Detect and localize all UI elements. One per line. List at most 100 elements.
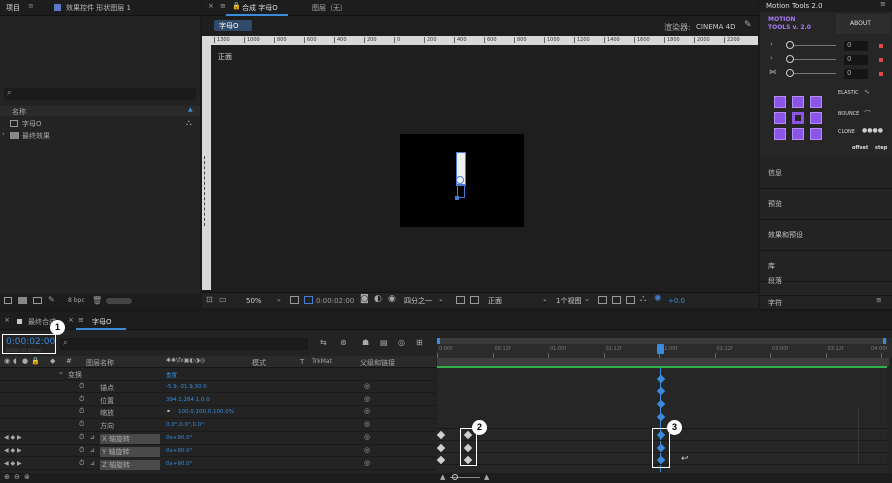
table-row[interactable]: ⏱ 缩放 100.0,100.0,100.0% ⚭ ◎ bbox=[0, 406, 436, 419]
slider-knob[interactable] bbox=[786, 41, 794, 49]
exposure-icon[interactable]: ✺ bbox=[654, 294, 662, 304]
exposure-value[interactable]: +0.0 bbox=[668, 297, 685, 305]
property-value[interactable]: 0x+90.0° bbox=[166, 461, 192, 467]
keyframe-start[interactable] bbox=[436, 455, 446, 465]
table-row[interactable]: ⌄ 变换 重置 bbox=[0, 368, 436, 381]
property-value[interactable]: 0x+90.0° bbox=[166, 435, 192, 441]
mask-visibility-icon[interactable] bbox=[304, 296, 313, 304]
anchor-middle-left[interactable] bbox=[774, 112, 786, 124]
chevron-down-icon[interactable]: ⌄ bbox=[438, 295, 444, 303]
anchor-top-right[interactable] bbox=[810, 96, 822, 108]
table-row[interactable]: ◀ ◆ ▶ ⏱ ⊿ Y 轴旋转 0x+90.0° ◎ bbox=[0, 445, 436, 458]
pick-whip-icon[interactable]: ◎ bbox=[364, 446, 370, 454]
panel-menu-icon[interactable]: ≡ bbox=[220, 2, 226, 10]
anchor-handle[interactable] bbox=[455, 196, 459, 200]
channel-icon[interactable]: ◐ bbox=[374, 294, 382, 304]
chevron-right-icon[interactable]: › bbox=[2, 130, 5, 138]
graph-icon[interactable]: ⊿ bbox=[90, 460, 95, 467]
zoom-slider-knob[interactable] bbox=[452, 474, 458, 480]
parent-column[interactable]: 父级和链接 bbox=[360, 358, 395, 368]
bounce-button[interactable]: BOUNCE bbox=[838, 111, 859, 117]
anchor-top-left[interactable] bbox=[774, 96, 786, 108]
color-management-icon[interactable]: ◉ bbox=[388, 294, 396, 304]
time-navigator[interactable] bbox=[437, 358, 889, 366]
zoom-dropdown[interactable]: 50% bbox=[246, 297, 262, 305]
camera-view-dropdown[interactable]: 正面 bbox=[488, 296, 502, 306]
panel-menu-icon[interactable]: ≡ bbox=[78, 316, 84, 324]
table-row[interactable]: ⏱ 位置 394.1,284.1,0.0 ◎ bbox=[0, 394, 436, 407]
property-value[interactable]: -5.9,-31.9,30.0 bbox=[166, 384, 207, 390]
pick-whip-icon[interactable]: ◎ bbox=[364, 382, 370, 390]
zoom-out-icon[interactable]: ▲ bbox=[440, 473, 445, 481]
safe-area-icon[interactable] bbox=[290, 296, 299, 304]
table-row[interactable]: ⏱ 锚点 -5.9,-31.9,30.0 ◎ bbox=[0, 381, 436, 394]
graph-icon[interactable]: ⊿ bbox=[90, 447, 95, 454]
project-scrollbar[interactable] bbox=[106, 298, 132, 304]
keyframe-start[interactable] bbox=[436, 443, 446, 453]
keyframe-navigator-icon[interactable]: ◀ ◆ ▶ bbox=[4, 460, 22, 467]
table-row[interactable]: ◀ ◆ ▶ ⏱ ⊿ X 轴旋转 0x+90.0° ◎ bbox=[0, 432, 436, 445]
anchor-top-center[interactable] bbox=[792, 96, 804, 108]
new-folder-icon[interactable] bbox=[18, 297, 27, 304]
bit-depth[interactable]: 8 bpc bbox=[68, 297, 85, 304]
chevron-down-icon[interactable]: ⌄ bbox=[584, 295, 590, 303]
anchor-center[interactable] bbox=[792, 112, 804, 124]
renderer-value[interactable]: CINEMA 4D bbox=[696, 23, 736, 31]
anchor-bottom-right[interactable] bbox=[810, 128, 822, 140]
keyframe-area[interactable]: ↩ bbox=[436, 368, 887, 478]
chevron-down-icon[interactable]: ⌄ bbox=[58, 368, 64, 376]
keyframe-marker[interactable] bbox=[656, 374, 666, 384]
keyframe-marker[interactable] bbox=[656, 399, 666, 409]
keyframe-marker[interactable] bbox=[656, 412, 666, 422]
composition-chip[interactable]: 字母O bbox=[214, 20, 252, 31]
anchor-middle-right[interactable] bbox=[810, 112, 822, 124]
interpret-footage-icon[interactable] bbox=[4, 297, 12, 304]
paragraph-item[interactable]: 段落 bbox=[760, 277, 892, 296]
zoom-in-icon[interactable]: ▲ bbox=[484, 473, 489, 481]
stopwatch-icon[interactable]: ⏱ bbox=[79, 382, 84, 391]
property-value[interactable]: 100.0,100.0,100.0% bbox=[178, 409, 234, 415]
footer-timecode[interactable]: 0:00:02:00 bbox=[316, 297, 354, 305]
pick-whip-icon[interactable]: ◎ bbox=[364, 420, 370, 428]
keyframe-navigator-icon[interactable]: ◀ ◆ ▶ bbox=[4, 434, 22, 441]
link-icon[interactable]: ⚭ bbox=[166, 408, 171, 415]
panel-menu-icon[interactable]: ≡ bbox=[28, 2, 34, 10]
table-row[interactable]: ⏱ 方向 0.0°,0.0°,0.0° ◎ bbox=[0, 419, 436, 432]
project-tab[interactable]: 项目 bbox=[6, 3, 20, 13]
timecode-display[interactable]: 0:00:02:00 00050 (25.00 fps) bbox=[2, 334, 56, 354]
keyframe-marker[interactable] bbox=[656, 386, 666, 396]
graph-icon[interactable]: ⊿ bbox=[90, 434, 95, 441]
layer-name-column[interactable]: 图层名称 bbox=[86, 358, 114, 368]
stopwatch-icon[interactable]: ⏱ bbox=[79, 420, 84, 429]
monitor-icon[interactable]: ▭ bbox=[219, 295, 227, 304]
flowchart-icon[interactable]: ⛬ bbox=[186, 118, 192, 128]
composition-tab[interactable]: 合成 字母O bbox=[242, 3, 278, 13]
info-panel-item[interactable]: 信息 bbox=[760, 158, 892, 189]
anchor-bottom-left[interactable] bbox=[774, 128, 786, 140]
stopwatch-icon[interactable]: ⏱ bbox=[79, 446, 84, 455]
reset-dot[interactable] bbox=[879, 44, 883, 48]
composition-flowchart-icon[interactable]: ⇆ bbox=[320, 338, 327, 347]
region-of-interest-icon[interactable] bbox=[456, 296, 465, 304]
pick-whip-icon[interactable]: ◎ bbox=[364, 395, 370, 403]
layer-handle-icon[interactable] bbox=[456, 176, 464, 184]
fast-preview-icon[interactable] bbox=[612, 296, 621, 304]
timeline-search-input[interactable]: ⌕ bbox=[60, 338, 308, 350]
motion-tools-title[interactable]: Motion Tools 2.0 bbox=[766, 2, 823, 10]
render-time-icon[interactable]: ⊗ bbox=[24, 473, 30, 481]
slider-value[interactable]: 0 bbox=[844, 55, 868, 65]
property-value[interactable]: 0.0°,0.0°,0.0° bbox=[166, 422, 204, 428]
trash-icon[interactable]: 🗑 bbox=[92, 296, 102, 305]
stopwatch-icon[interactable]: ⏱ bbox=[79, 433, 84, 442]
comp-flowchart-icon[interactable]: ⊕ bbox=[4, 473, 10, 481]
stopwatch-icon[interactable]: ⏱ bbox=[79, 459, 84, 468]
slider-value[interactable]: 0 bbox=[844, 69, 868, 79]
reset-dot[interactable] bbox=[879, 58, 883, 62]
timeline-icon[interactable] bbox=[626, 296, 635, 304]
project-column-header[interactable]: 名称 ▲ bbox=[0, 106, 200, 116]
mode-column[interactable]: 模式 bbox=[252, 358, 266, 368]
draft-3d-icon[interactable]: ⊛ bbox=[340, 338, 347, 347]
new-composition-icon[interactable] bbox=[33, 297, 42, 304]
resolution-dropdown[interactable]: 四分之一 bbox=[404, 296, 432, 306]
slider-track[interactable] bbox=[790, 73, 836, 74]
